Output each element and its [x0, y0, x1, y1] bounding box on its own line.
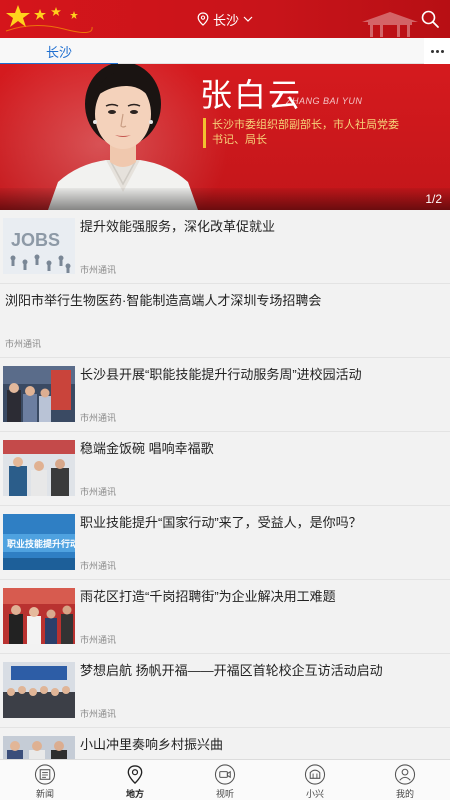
nav-label: 地方 [125, 789, 144, 799]
news-list-item[interactable]: JOBS 提升效能强服务，深化改革促就业 市州通讯 [0, 210, 450, 284]
news-list-item[interactable]: 稳端金饭碗 唱响幸福歌 市州通讯 [0, 432, 450, 506]
news-thumbnail [3, 736, 75, 759]
location-pin-icon [127, 765, 143, 785]
news-thumbnail: 职业技能提升行动 [3, 514, 75, 570]
news-source: 市州通讯 [80, 265, 117, 275]
newspaper-icon [34, 764, 56, 785]
banner-caption-strip [0, 188, 450, 210]
search-icon[interactable] [420, 9, 440, 29]
location-label: 长沙 [212, 12, 239, 28]
news-thumbnail [3, 662, 75, 718]
news-list-item[interactable]: 浏阳市举行生物医药·智能制造高端人才深圳专场招聘会 市州通讯 [0, 284, 450, 358]
nav-label: 新闻 [35, 789, 54, 799]
news-source: 市州通讯 [80, 561, 117, 571]
news-title: 浏阳市举行生物医药·智能制造高端人才深圳专场招聘会 [5, 293, 322, 308]
news-thumbnail: JOBS [3, 218, 75, 274]
news-list-item[interactable]: 雨花区打造“千岗招聘街”为企业解决用工难题 市州通讯 [0, 580, 450, 654]
news-title: 小山冲里奏响乡村振兴曲 [80, 737, 224, 752]
news-list-item[interactable]: 职业技能提升行动 职业技能提升“国家行动”来了，受益人，是你吗？ 市州通讯 [0, 506, 450, 580]
news-title: 稳端金饭碗 唱响幸福歌 [80, 441, 214, 456]
news-list-item[interactable]: 梦想启航 扬帆开福——开福区首轮校企互访活动启动 市州通讯 [0, 654, 450, 728]
user-icon [394, 764, 416, 785]
news-title: 长沙县开展“职能技能提升行动服务周”进校园活动 [80, 367, 362, 382]
news-title: 梦想启航 扬帆开福——开福区首轮校企互访活动启动 [80, 663, 383, 678]
news-title: 雨花区打造“千岗招聘街”为企业解决用工难题 [80, 589, 336, 604]
location-selector[interactable]: 长沙 [0, 0, 450, 38]
nav-item-mine[interactable]: 我的 [360, 760, 450, 800]
tab-label: 长沙 [45, 44, 72, 60]
bottom-navigation: 新闻 地方 视听 小兴 我的 [0, 759, 450, 800]
nav-label: 小兴 [305, 789, 324, 799]
nav-item-local[interactable]: 地方 [90, 760, 180, 800]
news-title: 提升效能强服务，深化改革促就业 [80, 219, 276, 234]
news-title: 职业技能提升“国家行动”来了，受益人，是你吗？ [80, 515, 362, 530]
chevron-down-icon [243, 16, 253, 22]
news-list-item[interactable]: 小山冲里奏响乡村振兴曲 [0, 728, 450, 759]
nav-item-news[interactable]: 新闻 [0, 760, 90, 800]
tab-changsha[interactable]: 长沙 [0, 38, 118, 65]
news-list-item[interactable]: 长沙县开展“职能技能提升行动服务周”进校园活动 市州通讯 [0, 358, 450, 432]
news-source: 市州通讯 [80, 413, 117, 423]
news-source: 市州通讯 [80, 709, 117, 719]
building-icon [304, 764, 326, 785]
news-source: 市州通讯 [80, 635, 117, 645]
top-header: 长沙 [0, 0, 450, 38]
more-channels-button[interactable] [424, 38, 450, 64]
nav-item-video[interactable]: 视听 [180, 760, 270, 800]
more-dots-icon [440, 49, 444, 53]
video-icon [214, 764, 236, 785]
banner-person-name: 张白云 [200, 76, 303, 114]
banner-person-title: 长沙市委组织部副部长，市人社局党委书记、局长 [203, 118, 403, 148]
thumbnail-text: 职业技能提升行动 [7, 538, 75, 549]
nav-label: 我的 [395, 789, 414, 799]
news-list: JOBS 提升效能强服务，深化改革促就业 市州通讯 浏阳市举行生物医药·智能制造… [0, 210, 450, 759]
more-dots-icon [435, 49, 439, 53]
banner-page-indicator: 1/2 [425, 192, 442, 206]
channel-bar: 长沙 [0, 38, 450, 65]
news-source: 市州通讯 [5, 339, 42, 349]
thumbnail-text: JOBS [11, 230, 60, 250]
news-source: 市州通讯 [80, 487, 117, 497]
nav-label: 视听 [215, 789, 234, 799]
banner-person-pinyin: ZHANG BAI YUN [286, 96, 363, 106]
more-dots-icon [430, 49, 434, 53]
news-thumbnail [3, 366, 75, 422]
news-thumbnail [3, 440, 75, 496]
location-pin-icon [197, 12, 209, 26]
featured-banner[interactable]: 张白云 ZHANG BAI YUN 长沙市委组织部副部长，市人社局党委书记、局长… [0, 64, 450, 210]
nav-item-xiaoxing[interactable]: 小兴 [270, 760, 360, 800]
news-thumbnail [3, 588, 75, 644]
